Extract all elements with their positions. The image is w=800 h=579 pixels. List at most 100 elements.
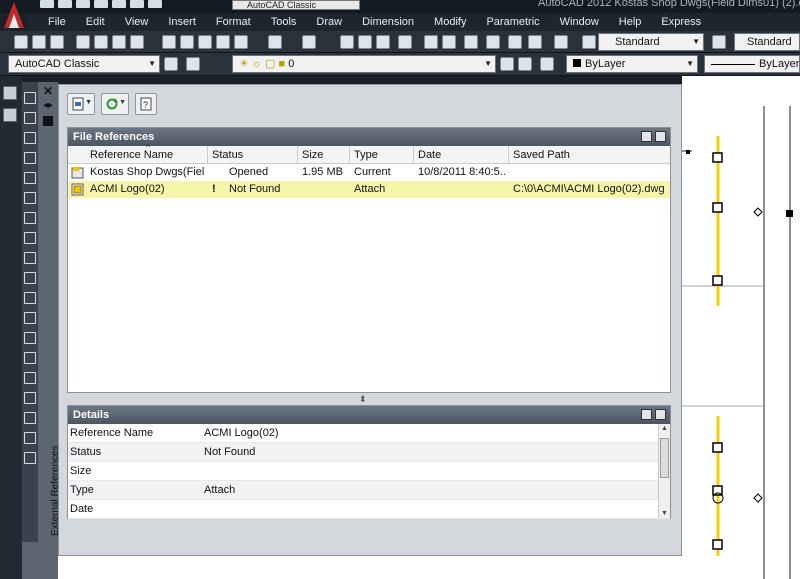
- spline-icon[interactable]: [24, 252, 36, 264]
- workspace-combo-top[interactable]: AutoCAD Classic: [232, 0, 360, 10]
- multiline-text-icon[interactable]: [24, 452, 36, 464]
- help-button[interactable]: ?: [135, 93, 157, 115]
- close-icon[interactable]: ✕: [43, 84, 53, 98]
- menu-insert[interactable]: Insert: [168, 16, 196, 28]
- quickcalc-icon[interactable]: [528, 35, 542, 49]
- layer-previous-icon[interactable]: [518, 57, 532, 71]
- details-view-icon[interactable]: [641, 409, 652, 420]
- dim-style-combo[interactable]: Standard: [734, 33, 800, 51]
- autocad-logo-icon[interactable]: [0, 0, 28, 30]
- arc-icon[interactable]: [24, 192, 36, 204]
- splitter-handle-icon[interactable]: ⬍: [359, 394, 367, 405]
- menu-draw[interactable]: Draw: [316, 16, 342, 28]
- tree-view-icon[interactable]: [655, 131, 666, 142]
- menu-edit[interactable]: Edit: [86, 16, 105, 28]
- xref-palette-icon[interactable]: [3, 86, 17, 100]
- list-view-icon[interactable]: [641, 131, 652, 142]
- workspace-combo[interactable]: AutoCAD Classic ▼: [8, 55, 160, 73]
- paste-icon[interactable]: [198, 35, 212, 49]
- block-editor-icon[interactable]: [234, 35, 248, 49]
- redo-icon[interactable]: [302, 35, 316, 49]
- save-icon[interactable]: [50, 35, 64, 49]
- plot-preview-icon[interactable]: [94, 35, 108, 49]
- cut-icon[interactable]: [162, 35, 176, 49]
- design-center-icon[interactable]: [442, 35, 456, 49]
- col-reference-name[interactable]: Reference Name: [90, 149, 173, 161]
- publish-icon[interactable]: [112, 35, 126, 49]
- match-properties-icon[interactable]: [216, 35, 230, 49]
- hatch-icon[interactable]: [24, 372, 36, 384]
- detail-value[interactable]: ACMI Logo(02): [204, 427, 279, 439]
- layer-combo[interactable]: ☀ ☼ ▢ ■ 0 ▼: [232, 55, 496, 73]
- sheet-set-icon[interactable]: [486, 35, 500, 49]
- color-combo[interactable]: ByLayer ▼: [566, 55, 698, 73]
- new-icon[interactable]: [40, 0, 54, 8]
- col-size[interactable]: Size: [302, 149, 323, 161]
- new-icon[interactable]: [14, 35, 28, 49]
- point-icon[interactable]: [24, 352, 36, 364]
- ellipse-arc-icon[interactable]: [24, 292, 36, 304]
- scrollbar-thumb[interactable]: [660, 438, 669, 478]
- 3d-dwf-icon[interactable]: [130, 35, 144, 49]
- open-icon[interactable]: [58, 0, 72, 8]
- dim-style-icon[interactable]: [712, 35, 726, 49]
- menu-file[interactable]: File: [48, 16, 66, 28]
- scroll-down-icon[interactable]: ▼: [661, 510, 668, 517]
- undo-icon[interactable]: [268, 35, 282, 49]
- menu-dimension[interactable]: Dimension: [362, 16, 414, 28]
- zoom-previous-icon[interactable]: [398, 35, 412, 49]
- col-status[interactable]: Status: [212, 149, 243, 161]
- tool-palettes-icon[interactable]: [464, 35, 478, 49]
- menu-view[interactable]: View: [125, 16, 149, 28]
- menu-express[interactable]: Express: [661, 16, 701, 28]
- drawing-canvas-bottom[interactable]: [56, 556, 682, 579]
- layer-states-icon[interactable]: [540, 57, 554, 71]
- refresh-button[interactable]: ▼: [101, 93, 129, 115]
- polyline-icon[interactable]: [24, 132, 36, 144]
- table-icon[interactable]: [24, 432, 36, 444]
- rectangle-icon[interactable]: [24, 172, 36, 184]
- menu-tools[interactable]: Tools: [271, 16, 297, 28]
- text-style-combo[interactable]: Standard ▼: [598, 33, 704, 51]
- drawing-tab-icon[interactable]: [3, 108, 17, 122]
- redo-icon[interactable]: [148, 0, 162, 8]
- table-row[interactable]: Kostas Shop Dwgs(Fiel... Opened 1.95 MB …: [68, 164, 670, 181]
- text-style-icon[interactable]: [582, 35, 596, 49]
- saveas-icon[interactable]: [94, 0, 108, 8]
- properties-icon[interactable]: [424, 35, 438, 49]
- plot-icon[interactable]: [112, 0, 126, 8]
- preview-view-icon[interactable]: [655, 409, 666, 420]
- undo-icon[interactable]: [130, 0, 144, 8]
- layer-properties-icon[interactable]: [186, 57, 200, 71]
- copy-icon[interactable]: [180, 35, 194, 49]
- open-icon[interactable]: [32, 35, 46, 49]
- linetype-combo[interactable]: ByLayer: [704, 55, 800, 73]
- menu-window[interactable]: Window: [560, 16, 599, 28]
- menu-format[interactable]: Format: [216, 16, 251, 28]
- drawing-canvas[interactable]: [682, 76, 800, 579]
- properties-menu-icon[interactable]: [43, 116, 53, 126]
- menu-parametric[interactable]: Parametric: [486, 16, 539, 28]
- construction-line-icon[interactable]: [24, 112, 36, 124]
- table-row-selected[interactable]: ACMI Logo(02) ! Not Found Attach C:\0\AC…: [68, 181, 670, 198]
- pan-icon[interactable]: [340, 35, 354, 49]
- menu-modify[interactable]: Modify: [434, 16, 466, 28]
- polygon-icon[interactable]: [24, 152, 36, 164]
- zoom-realtime-icon[interactable]: [358, 35, 372, 49]
- make-block-icon[interactable]: [24, 332, 36, 344]
- zoom-window-icon[interactable]: [376, 35, 390, 49]
- help-icon[interactable]: [554, 35, 568, 49]
- ellipse-icon[interactable]: [24, 272, 36, 284]
- details-scrollbar[interactable]: ▲ ▼: [658, 424, 670, 518]
- scroll-up-icon[interactable]: ▲: [661, 425, 668, 432]
- make-current-layer-icon[interactable]: [500, 57, 514, 71]
- workspace-settings-icon[interactable]: [164, 57, 178, 71]
- plot-icon[interactable]: [76, 35, 90, 49]
- col-type[interactable]: Type: [354, 149, 378, 161]
- gradient-icon[interactable]: [24, 392, 36, 404]
- save-icon[interactable]: [76, 0, 90, 8]
- col-date[interactable]: Date: [418, 149, 441, 161]
- col-saved-path[interactable]: Saved Path: [513, 149, 570, 161]
- attach-dwg-button[interactable]: ▼: [67, 93, 95, 115]
- line-icon[interactable]: [24, 92, 36, 104]
